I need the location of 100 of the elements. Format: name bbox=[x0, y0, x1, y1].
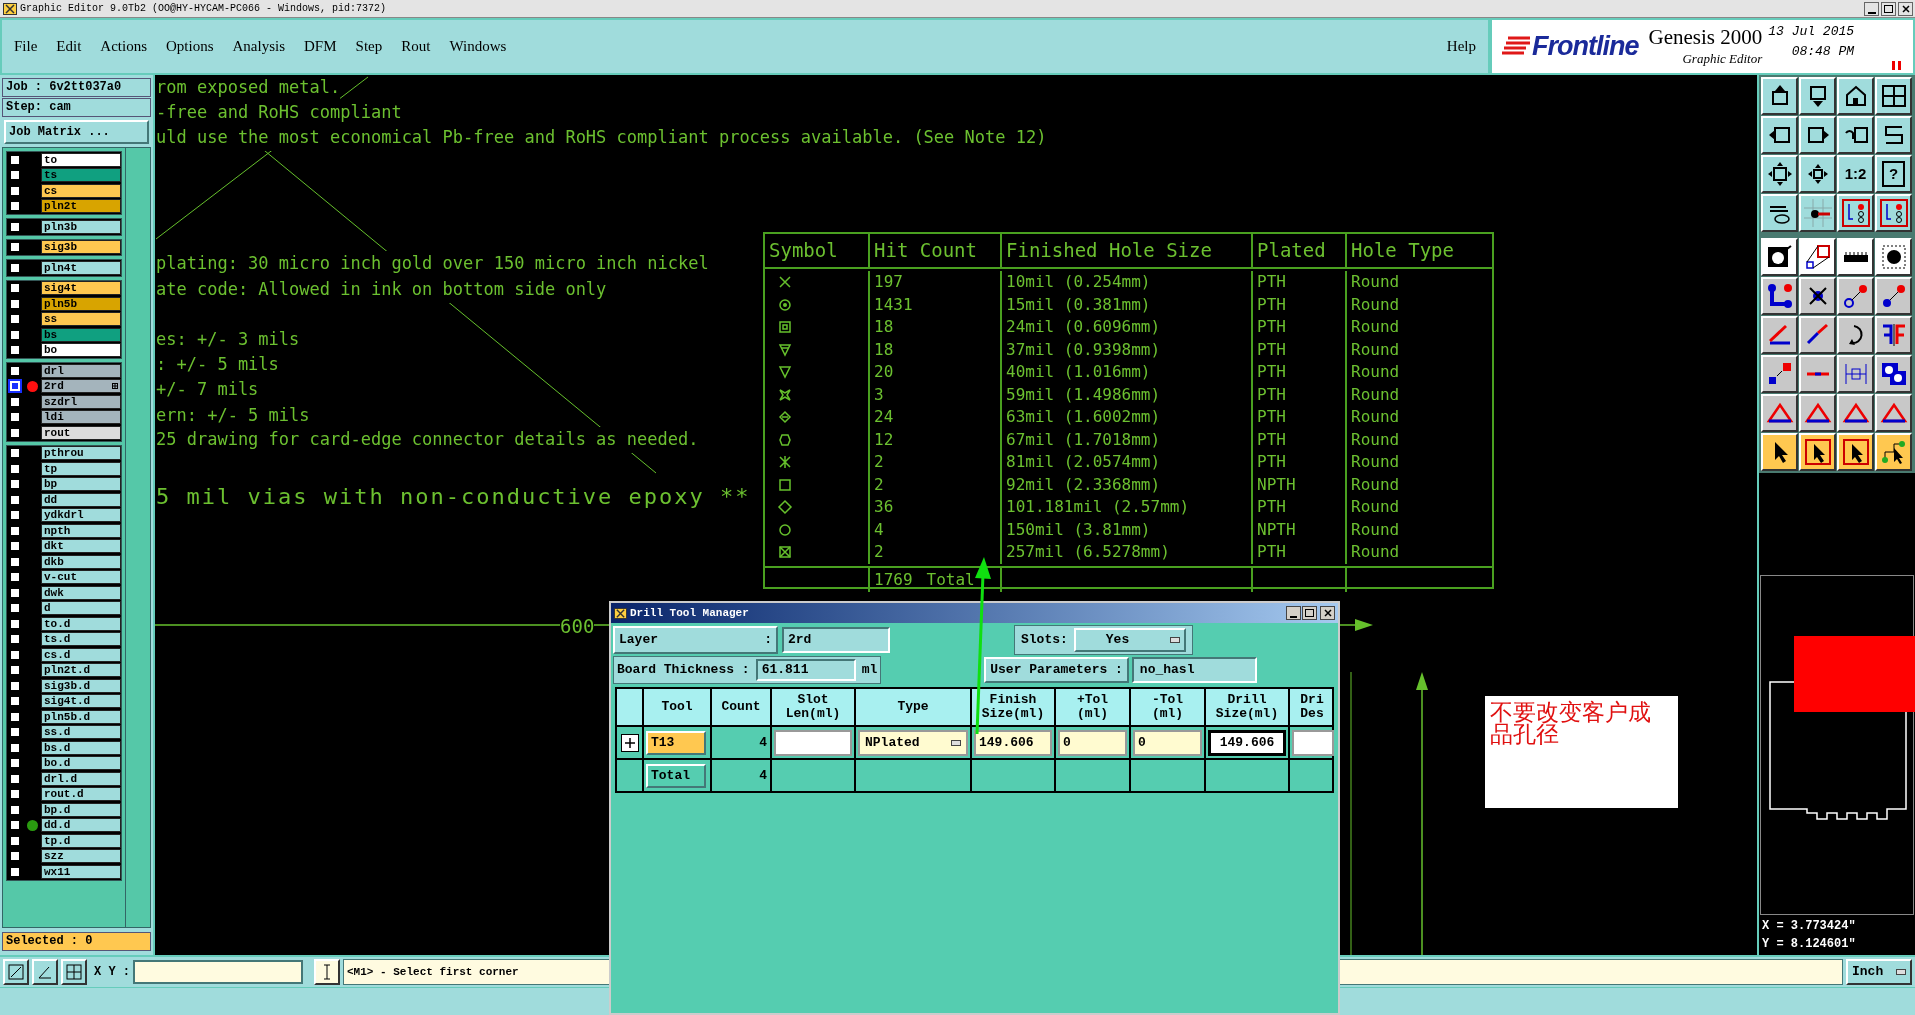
layer-name[interactable]: wx11 bbox=[41, 864, 121, 879]
layer-name[interactable]: sig4t bbox=[41, 281, 121, 296]
menu-item[interactable]: DFM bbox=[304, 35, 337, 58]
layer-name[interactable]: bs bbox=[41, 327, 121, 342]
layer-checkbox[interactable] bbox=[10, 773, 20, 784]
layer-checkbox[interactable] bbox=[10, 541, 20, 552]
layer-checkbox[interactable] bbox=[10, 680, 20, 691]
layer-name[interactable]: szz bbox=[41, 849, 121, 864]
layer-checkbox[interactable] bbox=[10, 412, 20, 423]
layer-checkbox[interactable] bbox=[10, 804, 20, 815]
layer-checkbox[interactable] bbox=[10, 479, 20, 490]
layer-name[interactable]: to bbox=[41, 152, 121, 167]
layer-checkbox[interactable] bbox=[10, 525, 20, 536]
maximize-button[interactable] bbox=[1302, 606, 1317, 620]
plus-tolerance-field[interactable]: 0 bbox=[1058, 729, 1127, 756]
expand-row-button[interactable] bbox=[620, 733, 639, 752]
tool-button[interactable] bbox=[1837, 433, 1874, 471]
tool-button[interactable] bbox=[1761, 394, 1798, 432]
tool-button[interactable] bbox=[1837, 394, 1874, 432]
layer-checkbox[interactable] bbox=[10, 634, 20, 645]
layer-checkbox[interactable] bbox=[10, 820, 20, 831]
tool-button[interactable] bbox=[1761, 155, 1798, 193]
layer-name[interactable]: pln5b bbox=[41, 296, 121, 311]
layer-checkbox[interactable] bbox=[10, 463, 20, 474]
maximize-button[interactable] bbox=[1881, 1, 1896, 16]
tool-button[interactable] bbox=[1837, 316, 1874, 354]
board-thickness-field[interactable]: 61.811 bbox=[755, 659, 856, 681]
layer-name[interactable]: drl.d bbox=[41, 771, 121, 786]
tool-button[interactable] bbox=[1799, 77, 1836, 115]
layer-name[interactable]: ydkdrl bbox=[41, 508, 121, 523]
layer-name[interactable]: v-cut bbox=[41, 570, 121, 585]
finish-size-field[interactable]: 149.606 bbox=[974, 729, 1052, 756]
layer-checkbox[interactable] bbox=[10, 494, 20, 505]
menu-item[interactable]: File bbox=[14, 35, 38, 58]
layer-checkbox[interactable] bbox=[10, 587, 20, 598]
layer-name[interactable]: rout bbox=[41, 425, 121, 440]
menu-item[interactable]: Options bbox=[166, 35, 214, 58]
tool-button[interactable] bbox=[1761, 238, 1798, 276]
tool-button[interactable] bbox=[1875, 238, 1912, 276]
slots-dropdown[interactable]: Yes bbox=[1073, 628, 1186, 652]
layer-checkbox[interactable] bbox=[10, 329, 20, 340]
drill-size-field[interactable]: 149.606 bbox=[1208, 729, 1286, 756]
layer-field[interactable]: 2rd bbox=[782, 627, 890, 653]
layer-checkbox[interactable] bbox=[10, 427, 20, 438]
tool-button[interactable] bbox=[1761, 194, 1798, 232]
tool-button[interactable]: 1:2 bbox=[1837, 155, 1874, 193]
close-button[interactable] bbox=[1320, 606, 1335, 620]
tool-button[interactable] bbox=[1837, 355, 1874, 393]
layer-name[interactable]: dd.d bbox=[41, 818, 121, 833]
tool-button[interactable] bbox=[1875, 433, 1912, 471]
layer-name[interactable]: sig3b.d bbox=[41, 678, 121, 693]
tool-cell[interactable]: T13 bbox=[646, 730, 706, 755]
layer-name[interactable]: pthrou bbox=[41, 446, 121, 461]
layer-checkbox[interactable] bbox=[10, 665, 20, 676]
tool-button[interactable] bbox=[1761, 316, 1798, 354]
menu-item[interactable]: Rout bbox=[401, 35, 431, 58]
layer-name[interactable]: pln4t bbox=[41, 260, 121, 275]
layer-name[interactable]: cs.d bbox=[41, 647, 121, 662]
tool-button[interactable] bbox=[1875, 194, 1912, 232]
tool-button[interactable] bbox=[1799, 394, 1836, 432]
tool-button[interactable] bbox=[314, 959, 340, 985]
layer-name[interactable]: bo bbox=[41, 343, 121, 358]
tool-button[interactable] bbox=[1875, 277, 1912, 315]
units-dropdown[interactable]: Inch bbox=[1846, 959, 1912, 985]
layer-checkbox[interactable] bbox=[10, 835, 20, 846]
layer-name[interactable]: pln5b.d bbox=[41, 709, 121, 724]
menu-item[interactable]: Actions bbox=[100, 35, 147, 58]
layer-name[interactable]: d bbox=[41, 601, 121, 616]
layer-checkbox[interactable] bbox=[10, 758, 20, 769]
layer-checkbox[interactable] bbox=[10, 262, 20, 273]
tool-button[interactable] bbox=[1875, 355, 1912, 393]
layer-name[interactable]: bs.d bbox=[41, 740, 121, 755]
layer-name[interactable]: ts bbox=[41, 168, 121, 183]
layer-checkbox[interactable] bbox=[10, 298, 20, 309]
layer-checkbox[interactable] bbox=[10, 396, 20, 407]
tool-button[interactable] bbox=[1761, 116, 1798, 154]
layer-checkbox[interactable] bbox=[10, 448, 20, 459]
tool-button[interactable] bbox=[1837, 277, 1874, 315]
layer-name[interactable]: bo.d bbox=[41, 756, 121, 771]
layer-name[interactable]: dkb bbox=[41, 554, 121, 569]
layer-checkbox[interactable] bbox=[10, 170, 20, 181]
layer-name[interactable]: sig4t.d bbox=[41, 694, 121, 709]
layer-name[interactable]: sig3b bbox=[41, 240, 121, 255]
layer-name[interactable]: dwk bbox=[41, 585, 121, 600]
help-menu[interactable]: Help bbox=[1446, 35, 1476, 58]
menu-item[interactable]: Windows bbox=[449, 35, 507, 58]
minimize-button[interactable] bbox=[1286, 606, 1301, 620]
layer-checkbox[interactable] bbox=[10, 649, 20, 660]
layer-checkbox[interactable] bbox=[10, 314, 20, 325]
layer-name[interactable]: npth bbox=[41, 523, 121, 538]
layer-checkbox[interactable] bbox=[10, 711, 20, 722]
user-parameters-button[interactable]: User Parameters : bbox=[984, 657, 1129, 683]
tool-button[interactable] bbox=[1799, 238, 1836, 276]
tool-button[interactable] bbox=[1837, 194, 1874, 232]
layer-checkbox[interactable] bbox=[10, 283, 20, 294]
minimize-button[interactable] bbox=[1864, 1, 1879, 16]
tool-button[interactable] bbox=[3, 959, 29, 985]
tool-button[interactable] bbox=[1837, 77, 1874, 115]
tool-button[interactable] bbox=[61, 959, 87, 985]
xy-input-field[interactable] bbox=[133, 960, 303, 984]
